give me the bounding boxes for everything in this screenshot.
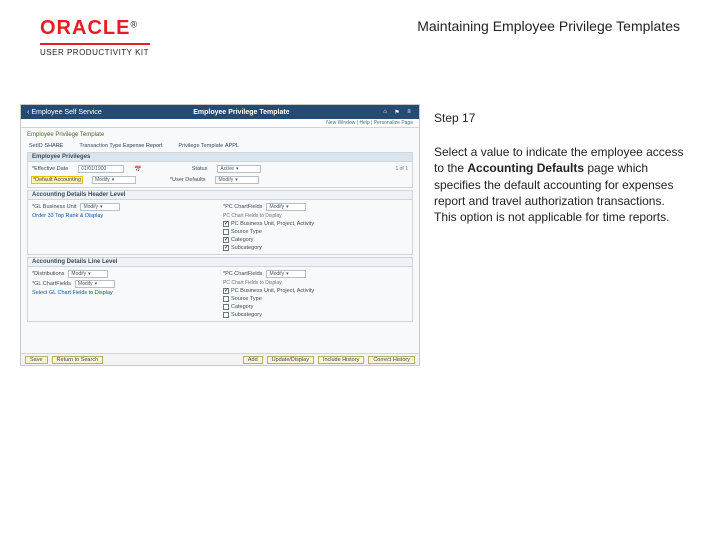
default-accounting-select[interactable]: Modify (92, 176, 136, 184)
back-link[interactable]: ‹ Employee Self Service (27, 109, 102, 116)
pc-cf-label-l: *PC ChartFields (223, 271, 262, 277)
product-line: USER PRODUCTIVITY KIT (40, 48, 150, 57)
cf-row-l4[interactable]: Subcategory (223, 312, 408, 318)
app-navbar: ‹ Employee Self Service Employee Privile… (21, 105, 419, 119)
pc-cf-select-l[interactable]: Modify (266, 270, 306, 278)
page-header: ORACLE® USER PRODUCTIVITY KIT Maintainin… (40, 18, 680, 57)
accounting-line-section: Accounting Details Line Level *Distribut… (27, 257, 413, 322)
gl-bu-select[interactable]: Modify (80, 203, 120, 211)
checkbox-icon[interactable] (223, 304, 229, 310)
setid-label: SetID (29, 143, 43, 149)
instruction-bold: Accounting Defaults (467, 161, 584, 175)
dist-select[interactable]: Modify (68, 270, 108, 278)
cf-row-l3[interactable]: Category (223, 304, 408, 310)
setid-row: SetID SHARE Transaction Type Expense Rep… (21, 142, 419, 150)
save-button[interactable]: Save (25, 356, 48, 364)
cf-row-h1[interactable]: PC Business Unit, Project, Activity (223, 221, 408, 227)
dist-label: *Distributions (32, 271, 64, 277)
app-footer: Save Return to Search Add Update/Display… (21, 353, 419, 365)
user-defaults-label: *User Defaults (170, 177, 205, 183)
navbar-icons: ⌂ ⚑ ≡ (381, 109, 413, 116)
menu-icon[interactable]: ≡ (405, 109, 413, 116)
subbar-links[interactable]: New Window | Help | Personalize Page (21, 119, 419, 128)
row-counter: 1 of 1 (395, 166, 408, 172)
cf-row-l2[interactable]: Source Type (223, 296, 408, 302)
accounting-header-title: Accounting Details Header Level (27, 190, 413, 200)
setid-value: SHARE (44, 143, 63, 149)
navbar-title: Employee Privilege Template (110, 109, 373, 116)
accounting-line-title: Accounting Details Line Level (27, 257, 413, 267)
checkbox-icon[interactable] (223, 245, 229, 251)
return-to-search-button[interactable]: Return to Search (52, 356, 104, 364)
order-link-header[interactable]: Order 33 Top Rank & Display (32, 213, 217, 219)
oracle-word: ORACLE (40, 17, 130, 39)
oracle-wordmark: ORACLE® (40, 18, 150, 39)
default-accounting-label[interactable]: *Default Accounting (32, 177, 82, 183)
gl-cf-select-l[interactable]: Modify (75, 280, 115, 288)
add-button[interactable]: Add (243, 356, 263, 364)
cf-row-h2[interactable]: Source Type (223, 229, 408, 235)
back-link-label: Employee Self Service (31, 109, 101, 116)
status-select[interactable]: Active (217, 165, 261, 173)
txn-value: Expense Report (123, 143, 162, 149)
step-label: Step 17 (434, 110, 684, 126)
checkbox-icon[interactable] (223, 288, 229, 294)
privilege-template-label: Privilege Template (178, 143, 223, 149)
employee-privileges-title: Employee Privileges (27, 152, 413, 162)
gl-bu-label: *GL Business Unit (32, 204, 76, 210)
gl-cf-label-l: *GL ChartFields (32, 281, 71, 287)
home-icon[interactable]: ⌂ (381, 109, 389, 116)
pc-cf-label-h: *PC ChartFields (223, 204, 262, 210)
calendar-icon[interactable]: 📅 (134, 166, 141, 173)
checkbox-icon[interactable] (223, 221, 229, 227)
include-history-button[interactable]: Include History (318, 356, 364, 364)
embedded-app-screenshot: ‹ Employee Self Service Employee Privile… (20, 104, 420, 366)
update-display-button[interactable]: Update/Display (267, 356, 314, 364)
cfd-label-l: PC Chart Fields to Display (223, 280, 408, 286)
user-defaults-select[interactable]: Modify (215, 176, 259, 184)
correct-history-button[interactable]: Correct History (368, 356, 415, 364)
flag-icon[interactable]: ⚑ (393, 109, 401, 116)
order-link-line[interactable]: Select GL Chart Fields to Display (32, 290, 217, 296)
checkbox-icon[interactable] (223, 312, 229, 318)
oracle-logo-block: ORACLE® USER PRODUCTIVITY KIT (40, 18, 150, 57)
cfd-label-h: PC Chart Fields to Display (223, 213, 408, 219)
eff-date-input[interactable]: 01/01/1900 (78, 165, 124, 173)
accounting-header-section: Accounting Details Header Level *GL Busi… (27, 190, 413, 255)
page-crumb: Employee Privilege Template (21, 128, 419, 142)
cf-row-l1[interactable]: PC Business Unit, Project, Activity (223, 288, 408, 294)
txn-label: Transaction Type (79, 143, 121, 149)
eff-date-label: *Effective Date (32, 166, 68, 172)
cf-row-h3[interactable]: Category (223, 237, 408, 243)
employee-privileges-section: Employee Privileges *Effective Date 01/0… (27, 152, 413, 188)
checkbox-icon[interactable] (223, 237, 229, 243)
logo-divider (40, 43, 150, 45)
checkbox-icon[interactable] (223, 296, 229, 302)
instruction-body: Select a value to indicate the employee … (434, 144, 684, 225)
registered-mark: ® (130, 20, 137, 30)
pc-cf-select-h[interactable]: Modify (266, 203, 306, 211)
cf-row-h4[interactable]: Subcategory (223, 245, 408, 251)
instruction-panel: Step 17 Select a value to indicate the e… (434, 110, 684, 225)
doc-title: Maintaining Employee Privilege Templates (417, 18, 680, 34)
status-label: Status (192, 166, 208, 172)
checkbox-icon[interactable] (223, 229, 229, 235)
privilege-template-value: APPL (225, 143, 239, 149)
